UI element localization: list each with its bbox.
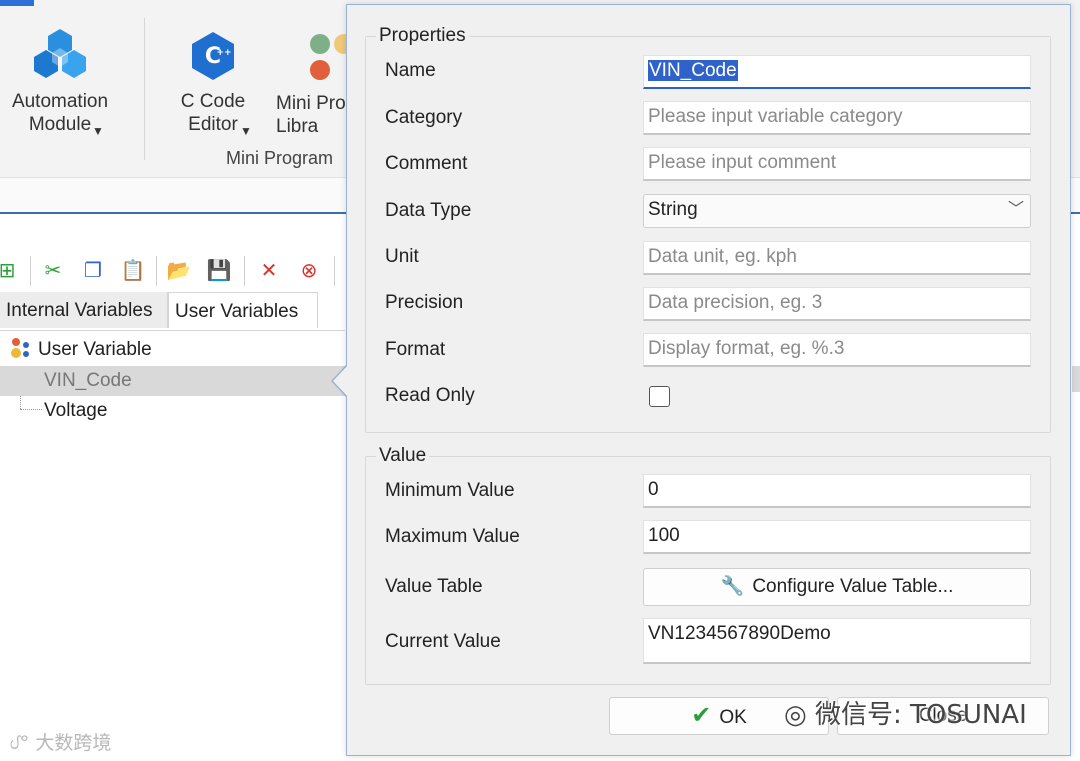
partial-selection-highlight bbox=[1072, 366, 1080, 392]
import-icon[interactable]: 📂 bbox=[166, 258, 192, 284]
name-label: Name bbox=[385, 60, 436, 81]
category-field[interactable]: Please input variable category bbox=[643, 101, 1031, 135]
variable-group-icon bbox=[11, 338, 29, 358]
svg-text:++: ++ bbox=[216, 48, 231, 58]
properties-group-title: Properties bbox=[379, 25, 466, 46]
wrench-icon: 🔧 bbox=[720, 576, 745, 597]
watermark-left-text: 大数跨境 bbox=[35, 732, 112, 754]
data-type-label: Data Type bbox=[385, 200, 472, 221]
tab-internal-variables[interactable]: Internal Variables bbox=[0, 292, 168, 328]
mini-program-library-button[interactable]: Mini Pro Libra bbox=[272, 32, 354, 138]
comment-field[interactable]: Please input comment bbox=[643, 147, 1031, 181]
configure-value-table-label: Configure Value Table... bbox=[752, 576, 954, 597]
variables-toolbar: ⊞ ✂ ❐ 📋 📂 💾 ✕ ⊗ bbox=[0, 250, 345, 292]
cut-icon[interactable]: ✂ bbox=[40, 258, 66, 284]
chevron-down-icon: ﹀ bbox=[1007, 201, 1024, 218]
add-icon[interactable]: ⊞ bbox=[0, 258, 20, 284]
tree-item-label: VIN_Code bbox=[44, 370, 132, 391]
tab-label: User Variables bbox=[175, 301, 299, 322]
dropdown-arrow-icon: ▼ bbox=[92, 124, 104, 138]
partial-column-text bbox=[1072, 344, 1080, 362]
name-field[interactable]: VIN_Code bbox=[643, 55, 1031, 89]
value-group-title: Value bbox=[379, 445, 427, 466]
tree-item-voltage[interactable]: Voltage bbox=[0, 396, 330, 426]
configure-value-table-button[interactable]: 🔧 Configure Value Table... bbox=[643, 568, 1031, 606]
variable-tabs: Internal Variables User Variables bbox=[0, 292, 345, 328]
toolbar-separator bbox=[30, 256, 31, 286]
variable-properties-dialog: Properties Name VIN_Code Category Please… bbox=[346, 4, 1071, 756]
format-label: Format bbox=[385, 339, 446, 360]
clear-icon[interactable]: ⊗ bbox=[296, 258, 322, 284]
c-code-editor-button[interactable]: C ++ C Code Editor ▼ bbox=[168, 30, 258, 138]
dialog-pointer-fill bbox=[333, 365, 348, 397]
maximum-value-label: Maximum Value bbox=[385, 526, 520, 547]
data-type-value: String bbox=[648, 199, 698, 220]
unit-label: Unit bbox=[385, 246, 419, 267]
mini-program-library-label: Mini Pro Libra bbox=[276, 93, 346, 137]
ribbon-group-label: Mini Program bbox=[226, 148, 334, 168]
watermark-right-text: 微信号: TOSUNAI bbox=[814, 700, 1027, 730]
tab-user-variables[interactable]: User Variables bbox=[168, 292, 318, 328]
minimum-value-label: Minimum Value bbox=[385, 480, 515, 501]
unit-field[interactable]: Data unit, eg. kph bbox=[643, 241, 1031, 275]
data-type-select[interactable]: String ﹀ bbox=[643, 194, 1031, 228]
toolbar-separator bbox=[244, 256, 245, 286]
current-value-field[interactable]: VN1234567890Demo bbox=[643, 618, 1031, 664]
variable-tree: User Variable VIN_Code Voltage bbox=[0, 330, 345, 760]
read-only-label: Read Only bbox=[385, 385, 475, 406]
toolbar-separator bbox=[334, 256, 335, 286]
minimum-value-field[interactable]: 0 bbox=[643, 474, 1031, 508]
c-code-icon: C ++ bbox=[192, 32, 234, 80]
paste-icon[interactable]: 📋 bbox=[120, 258, 146, 284]
precision-field[interactable]: Data precision, eg. 3 bbox=[643, 287, 1031, 321]
watermark-left: ᦔ° 大数跨境 bbox=[10, 728, 111, 755]
wechat-icon: ◎ bbox=[784, 700, 807, 730]
automation-module-icon bbox=[34, 29, 86, 78]
copy-icon[interactable]: ❐ bbox=[80, 258, 106, 284]
watermark-logo-icon: ᦔ° bbox=[10, 732, 30, 754]
ribbon-active-tab-indicator bbox=[0, 0, 34, 6]
comment-label: Comment bbox=[385, 153, 468, 174]
current-value-label: Current Value bbox=[385, 631, 501, 652]
tree-item-label: User Variable bbox=[38, 339, 152, 360]
format-field[interactable]: Display format, eg. %.3 bbox=[643, 333, 1031, 367]
dropdown-arrow-icon: ▼ bbox=[240, 124, 252, 138]
export-icon[interactable]: 💾 bbox=[206, 258, 232, 284]
precision-label: Precision bbox=[385, 292, 464, 313]
read-only-checkbox[interactable] bbox=[649, 386, 670, 407]
value-table-label: Value Table bbox=[385, 576, 483, 597]
automation-module-button[interactable]: Automation Module ▼ bbox=[4, 26, 116, 138]
ribbon-separator bbox=[144, 18, 145, 160]
tree-root-user-variable[interactable]: User Variable bbox=[8, 335, 328, 365]
name-field-value: VIN_Code bbox=[648, 60, 738, 81]
checkmark-icon: ✔ bbox=[691, 702, 712, 729]
category-label: Category bbox=[385, 107, 463, 128]
tab-label: Internal Variables bbox=[6, 300, 153, 321]
tree-item-label: Voltage bbox=[44, 400, 108, 421]
tree-item-vin-code[interactable]: VIN_Code bbox=[0, 366, 345, 396]
maximum-value-field[interactable]: 100 bbox=[643, 520, 1031, 554]
watermark-right: ◎ 微信号: TOSUNAI bbox=[784, 694, 1027, 731]
toolbar-separator bbox=[156, 256, 157, 286]
ok-button-label: OK bbox=[719, 707, 747, 728]
delete-icon[interactable]: ✕ bbox=[256, 258, 282, 284]
